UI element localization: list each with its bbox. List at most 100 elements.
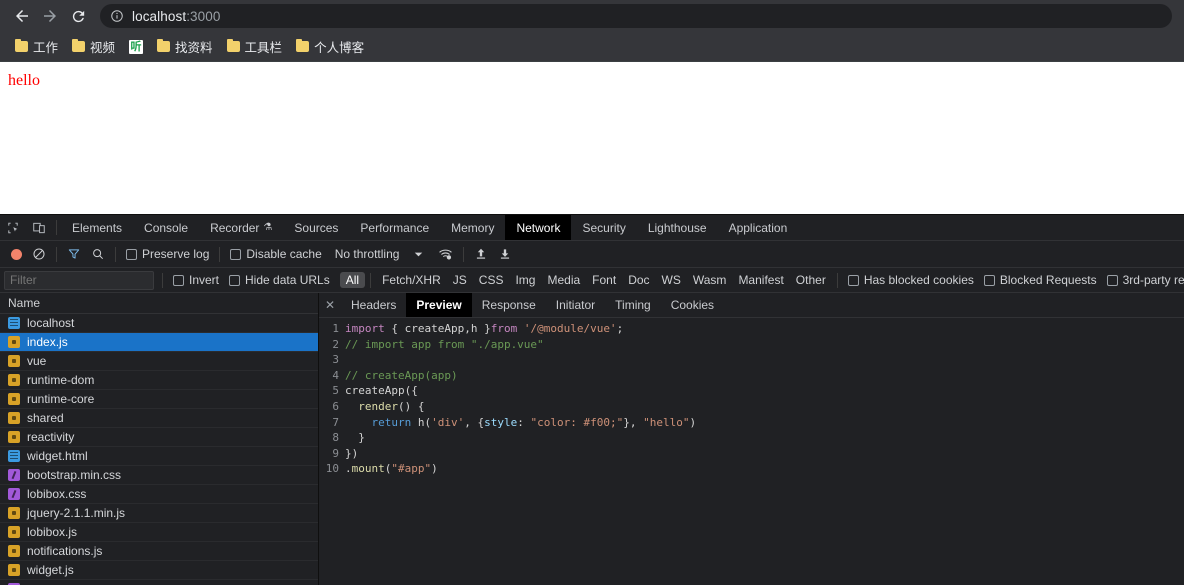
bookmark-label: 工作: [33, 41, 59, 55]
table-row[interactable]: localhost: [0, 314, 318, 333]
filter-toggle-button[interactable]: [62, 247, 86, 261]
script-file-icon: [8, 412, 20, 424]
code-line: 1 import { createApp,h }from '/@module/vu…: [319, 321, 1184, 337]
code-preview[interactable]: 1 import { createApp,h }from '/@module/vu…: [319, 318, 1184, 585]
tab-network[interactable]: Network: [505, 215, 572, 240]
record-button[interactable]: [6, 248, 27, 260]
type-filter-js[interactable]: JS: [447, 272, 473, 288]
network-conditions-button[interactable]: [428, 247, 458, 262]
table-row[interactable]: widget.html: [0, 447, 318, 466]
table-row[interactable]: runtime-core: [0, 390, 318, 409]
disable-cache-checkbox[interactable]: Disable cache: [225, 247, 326, 261]
request-name: widget.html: [27, 449, 88, 463]
type-filter-doc[interactable]: Doc: [622, 272, 655, 288]
info-circle-icon[interactable]: [110, 9, 124, 23]
detail-tab-headers[interactable]: Headers: [341, 293, 406, 317]
table-row[interactable]: shared: [0, 409, 318, 428]
has-blocked-cookies-checkbox[interactable]: Has blocked cookies: [843, 273, 979, 287]
type-filter-img[interactable]: Img: [509, 272, 541, 288]
clear-button[interactable]: [27, 247, 51, 261]
bookmark-item-5[interactable]: 个人博客: [289, 34, 371, 59]
type-filter-css[interactable]: CSS: [473, 272, 510, 288]
bookmark-item-4[interactable]: 工具栏: [220, 34, 290, 59]
bookmark-item-2[interactable]: 听: [122, 37, 150, 57]
tab-label: Recorder: [210, 220, 260, 235]
address-bar-url: localhost:3000: [132, 9, 220, 24]
table-row[interactable]: [0, 580, 318, 585]
table-row[interactable]: jquery-2.1.1.min.js: [0, 504, 318, 523]
address-bar[interactable]: localhost:3000: [100, 4, 1172, 28]
table-row[interactable]: bootstrap.min.css: [0, 466, 318, 485]
script-file-icon: [8, 431, 20, 443]
stylesheet-file-icon: [8, 488, 20, 500]
detail-tab-timing[interactable]: Timing: [605, 293, 661, 317]
invert-checkbox[interactable]: Invert: [168, 273, 224, 287]
tab-lighthouse[interactable]: Lighthouse: [637, 215, 718, 240]
tab-label: Security: [582, 220, 626, 235]
bookmark-item-3[interactable]: 找资料: [150, 34, 220, 59]
page-hello-text: hello: [8, 72, 40, 89]
inspect-element-icon[interactable]: [0, 215, 26, 240]
line-number: 1: [332, 322, 339, 335]
table-row[interactable]: reactivity: [0, 428, 318, 447]
checkbox-box: [847, 274, 859, 286]
type-filter-wasm[interactable]: Wasm: [687, 272, 733, 288]
preserve-log-checkbox[interactable]: Preserve log: [121, 247, 214, 261]
type-filter-font[interactable]: Font: [586, 272, 622, 288]
request-list-header[interactable]: Name: [0, 293, 318, 314]
detail-tab-initiator[interactable]: Initiator: [546, 293, 605, 317]
script-file-icon: [8, 355, 20, 367]
tab-label: Elements: [72, 220, 123, 235]
detail-tab-response[interactable]: Response: [472, 293, 546, 317]
tab-console[interactable]: Console: [133, 215, 199, 240]
toolbar-divider: [219, 246, 221, 262]
tab-elements[interactable]: Elements: [61, 215, 133, 240]
document-file-icon: [8, 317, 20, 329]
forward-button[interactable]: [36, 2, 64, 30]
throttling-dropdown-arrow[interactable]: [404, 250, 428, 259]
tab-label: Application: [728, 220, 788, 235]
device-toolbar-icon[interactable]: [26, 215, 52, 240]
hide-data-urls-label: Hide data URLs: [245, 273, 330, 287]
import-har-button[interactable]: [469, 247, 493, 261]
search-button[interactable]: [86, 247, 110, 261]
type-filter-ws[interactable]: WS: [656, 272, 687, 288]
tab-security[interactable]: Security: [571, 215, 636, 240]
checkbox-box: [1106, 274, 1118, 286]
table-row[interactable]: index.js: [0, 333, 318, 352]
browser-window: localhost:3000 工作 视频 听 找资料 工具栏 个人博客 hell…: [0, 0, 1184, 585]
type-filter-manifest[interactable]: Manifest: [732, 272, 789, 288]
tab-sources[interactable]: Sources: [283, 215, 349, 240]
tab-recorder[interactable]: Recorder ⚗: [199, 215, 283, 240]
filter-input[interactable]: [4, 270, 154, 290]
type-filter-all[interactable]: All: [339, 272, 366, 288]
bookmark-item-0[interactable]: 工作: [8, 34, 65, 59]
blocked-requests-checkbox[interactable]: Blocked Requests: [979, 273, 1102, 287]
detail-tab-preview[interactable]: Preview: [406, 293, 472, 317]
back-button[interactable]: [8, 2, 36, 30]
export-har-button[interactable]: [493, 247, 517, 261]
table-row[interactable]: notifications.js: [0, 542, 318, 561]
checkbox-box: [126, 248, 137, 260]
tab-application[interactable]: Application: [718, 215, 799, 240]
hide-data-urls-checkbox[interactable]: Hide data URLs: [224, 273, 335, 287]
script-file-icon: [8, 507, 20, 519]
devtools-tabbar: Elements Console Recorder ⚗ Sources Perfo…: [0, 215, 1184, 241]
table-row[interactable]: runtime-dom: [0, 371, 318, 390]
table-row[interactable]: lobibox.css: [0, 485, 318, 504]
type-filter-media[interactable]: Media: [541, 272, 586, 288]
type-filter-other[interactable]: Other: [790, 272, 832, 288]
close-icon[interactable]: ✕: [319, 293, 341, 317]
detail-tab-cookies[interactable]: Cookies: [661, 293, 724, 317]
table-row[interactable]: widget.js: [0, 561, 318, 580]
bookmark-item-1[interactable]: 视频: [65, 34, 122, 59]
table-row[interactable]: vue: [0, 352, 318, 371]
tab-performance[interactable]: Performance: [349, 215, 440, 240]
tab-memory[interactable]: Memory: [440, 215, 505, 240]
type-filter-fetch-xhr[interactable]: Fetch/XHR: [376, 272, 447, 288]
search-icon: [93, 249, 104, 260]
table-row[interactable]: lobibox.js: [0, 523, 318, 542]
throttling-select[interactable]: No throttling: [327, 247, 405, 261]
reload-button[interactable]: [64, 2, 92, 30]
third-party-requests-checkbox[interactable]: 3rd-party requests: [1102, 273, 1184, 287]
